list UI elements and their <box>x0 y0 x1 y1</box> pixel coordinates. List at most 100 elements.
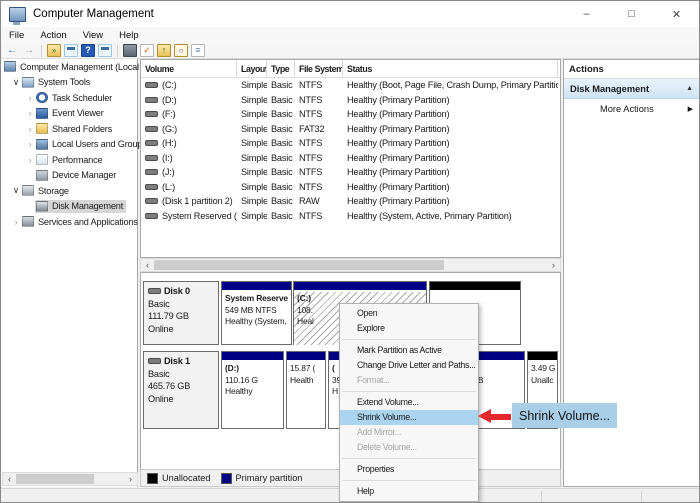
show-console-tree-icon[interactable] <box>64 44 78 57</box>
red-arrow-annotation <box>478 409 511 424</box>
tree-item-disk-management[interactable]: Disk Management <box>1 199 137 215</box>
back-icon[interactable]: ← <box>5 44 19 57</box>
disk0-label[interactable]: Disk 0 Basic 111.79 GB Online <box>143 281 219 345</box>
partition-15gb[interactable]: 15.87 (Health <box>286 351 326 429</box>
cell-volume: (F:) <box>141 109 237 119</box>
title-bar: Computer Management – □ ✕ <box>1 1 699 27</box>
actions-disk-management[interactable]: Disk Management ▲ <box>564 79 699 99</box>
scroll-left-icon[interactable]: ‹ <box>3 474 16 484</box>
forward-icon[interactable]: → <box>22 44 36 57</box>
table-row[interactable]: (G:)SimpleBasicFAT32Healthy (Primary Par… <box>141 122 560 137</box>
menu-item-properties[interactable]: Properties <box>340 462 478 477</box>
cell-volume: (L:) <box>141 182 237 192</box>
scroll-thumb[interactable] <box>16 474 94 484</box>
tree-item-performance[interactable]: ›Performance <box>1 152 137 168</box>
table-row[interactable]: (D:)SimpleBasicNTFSHealthy (Primary Part… <box>141 93 560 108</box>
disk1-label[interactable]: Disk 1 Basic 465.76 GB Online <box>143 351 219 429</box>
chevron-expanded-icon[interactable]: ∨ <box>11 185 21 196</box>
volume-icon <box>145 184 158 190</box>
up-folder-icon[interactable]: ↑ <box>157 44 171 57</box>
action-check-icon[interactable]: ✓ <box>140 44 154 57</box>
table-row[interactable]: (F:)SimpleBasicNTFSHealthy (Primary Part… <box>141 107 560 122</box>
search-icon[interactable]: ○ <box>174 44 188 57</box>
more-actions[interactable]: More Actions ▶ <box>564 99 699 118</box>
volume-icon <box>145 97 158 103</box>
cell-volume: (H:) <box>141 138 237 148</box>
system-tools-icon <box>22 77 34 88</box>
chevron-collapsed-icon[interactable]: › <box>25 155 35 165</box>
scroll-right-icon[interactable]: › <box>547 260 560 270</box>
properties-list-icon[interactable]: ≡ <box>191 44 205 57</box>
chevron-collapsed-icon[interactable]: › <box>25 108 35 118</box>
menu-item-help[interactable]: Help <box>340 484 478 499</box>
tree-item-services-applications[interactable]: ›Services and Applications <box>1 214 137 230</box>
chevron-expanded-icon[interactable]: ∨ <box>11 77 21 88</box>
console-window-icon[interactable] <box>98 44 112 57</box>
menu-item-open[interactable]: Open <box>340 306 478 321</box>
menu-item-shrink-volume[interactable]: Shrink Volume... <box>340 410 478 425</box>
screen-icon[interactable] <box>123 44 137 57</box>
menu-item-extend-volume[interactable]: Extend Volume... <box>340 395 478 410</box>
menu-separator <box>342 458 476 459</box>
cell-status: Healthy (System, Active, Primary Partiti… <box>343 211 558 221</box>
maximize-button[interactable]: □ <box>609 1 654 27</box>
menu-file[interactable]: File <box>1 30 32 41</box>
menu-item-change-drive-letter[interactable]: Change Drive Letter and Paths... <box>340 358 478 373</box>
minimize-button[interactable]: – <box>564 1 609 27</box>
tree-item-event-viewer[interactable]: ›Event Viewer <box>1 106 137 122</box>
close-button[interactable]: ✕ <box>654 1 699 27</box>
table-row[interactable]: (H:)SimpleBasicNTFSHealthy (Primary Part… <box>141 136 560 151</box>
chevron-collapsed-icon[interactable]: › <box>25 139 35 149</box>
cell-type: Basic <box>267 153 295 163</box>
menu-action[interactable]: Action <box>32 30 74 41</box>
tree-item-storage[interactable]: ∨Storage <box>1 183 137 199</box>
tree-item-system-tools[interactable]: ∨System Tools <box>1 75 137 91</box>
help-icon[interactable]: ? <box>81 44 95 57</box>
list-horizontal-scrollbar[interactable]: ‹ › <box>140 258 561 272</box>
collapse-icon[interactable]: ▲ <box>686 85 693 92</box>
scroll-right-icon[interactable]: › <box>124 474 137 484</box>
column-file-system[interactable]: File System <box>295 60 343 77</box>
tree-item-device-manager[interactable]: Device Manager <box>1 168 137 184</box>
disk-management-icon <box>36 201 48 212</box>
tree-item-shared-folders[interactable]: ›Shared Folders <box>1 121 137 137</box>
menu-help[interactable]: Help <box>111 30 147 41</box>
volume-icon <box>145 126 158 132</box>
partition-system-reserved[interactable]: System Reserve549 MB NTFSHealthy (System… <box>221 281 292 345</box>
export-list-icon[interactable]: » <box>47 44 61 57</box>
chevron-collapsed-icon[interactable]: › <box>25 93 35 103</box>
table-row[interactable]: System Reserved (K:)SimpleBasicNTFSHealt… <box>141 209 560 224</box>
menu-item-explore[interactable]: Explore <box>340 321 478 336</box>
column-layout[interactable]: Layout <box>237 60 267 77</box>
scroll-left-icon[interactable]: ‹ <box>141 260 154 270</box>
table-row[interactable]: (C:)SimpleBasicNTFSHealthy (Boot, Page F… <box>141 78 560 93</box>
table-row[interactable]: (Disk 1 partition 2)SimpleBasicRAWHealth… <box>141 194 560 209</box>
cell-status: Healthy (Primary Partition) <box>343 196 558 206</box>
cell-status: Healthy (Boot, Page File, Crash Dump, Pr… <box>343 80 558 90</box>
chevron-collapsed-icon[interactable]: › <box>11 217 21 227</box>
chevron-collapsed-icon[interactable]: › <box>25 124 35 134</box>
table-row[interactable]: (I:)SimpleBasicNTFSHealthy (Primary Part… <box>141 151 560 166</box>
shared-folders-icon <box>36 123 48 134</box>
column-status[interactable]: Status <box>343 60 558 77</box>
tree-item-task-scheduler[interactable]: ›Task Scheduler <box>1 90 137 106</box>
tree-item-computer-management[interactable]: Computer Management (Local <box>1 59 137 75</box>
table-row[interactable]: (J:)SimpleBasicNTFSHealthy (Primary Part… <box>141 165 560 180</box>
menu-view[interactable]: View <box>75 30 111 41</box>
scroll-thumb[interactable] <box>154 260 444 270</box>
partition-d[interactable]: (D:)110.16 GHealthy <box>221 351 284 429</box>
menu-item-mark-partition-active[interactable]: Mark Partition as Active <box>340 343 478 358</box>
volume-list-header[interactable]: Volume Layout Type File System Status <box>141 60 560 78</box>
services-icon <box>22 216 34 227</box>
cell-layout: Simple <box>237 138 267 148</box>
event-viewer-icon <box>36 108 48 119</box>
volume-icon <box>145 155 158 161</box>
column-volume[interactable]: Volume <box>141 60 237 77</box>
tree-item-local-users-groups[interactable]: ›Local Users and Groups <box>1 137 137 153</box>
cell-fs: NTFS <box>295 153 343 163</box>
cell-type: Basic <box>267 196 295 206</box>
tree-horizontal-scrollbar[interactable]: ‹ › <box>2 472 138 486</box>
table-row[interactable]: (L:)SimpleBasicNTFSHealthy (Primary Part… <box>141 180 560 195</box>
column-type[interactable]: Type <box>267 60 295 77</box>
cell-status: Healthy (Primary Partition) <box>343 124 558 134</box>
